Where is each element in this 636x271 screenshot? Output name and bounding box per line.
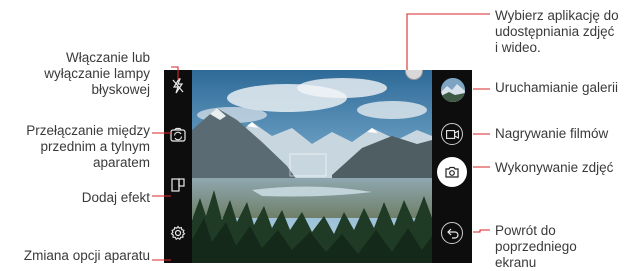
video-record-icon (446, 130, 459, 139)
record-video-label: Nagrywanie filmów (495, 126, 609, 141)
take-photo-label: Wykonywanie zdjęć (495, 160, 614, 175)
back-leader (473, 229, 490, 233)
back-label: Powrót do poprzedniego ekranu (495, 223, 577, 270)
gallery-thumbnail-image (441, 78, 465, 102)
open-gallery-label: Uruchamianie galerii (495, 80, 619, 95)
back-icon (447, 228, 459, 239)
share-leader (406, 13, 490, 70)
video-record-button[interactable] (441, 123, 463, 145)
gear-icon[interactable] (170, 225, 186, 241)
camera-viewfinder[interactable] (192, 70, 432, 263)
right-control-strip (432, 70, 472, 263)
flash-off-icon[interactable] (171, 78, 185, 94)
switch-camera-label: Przełączanie między przednim a tylnym ap… (26, 123, 150, 170)
effect-icon[interactable] (170, 177, 186, 193)
landscape-preview (192, 70, 432, 263)
gallery-thumbnail[interactable] (441, 78, 465, 102)
camera-options-label: Zmiana opcji aparatu (23, 248, 150, 263)
left-control-strip (164, 70, 192, 263)
switch-camera-icon[interactable] (169, 127, 187, 143)
back-button[interactable] (441, 222, 463, 244)
shutter-camera-icon (445, 166, 459, 178)
shutter-button[interactable] (437, 157, 467, 187)
add-effect-label: Dodaj efekt (81, 190, 150, 205)
share-app-label: Wybierz aplikację do udostępniania zdjęć… (495, 8, 619, 55)
flash-label: Włączanie lub wyłączanie lampy błyskowej (44, 50, 150, 97)
